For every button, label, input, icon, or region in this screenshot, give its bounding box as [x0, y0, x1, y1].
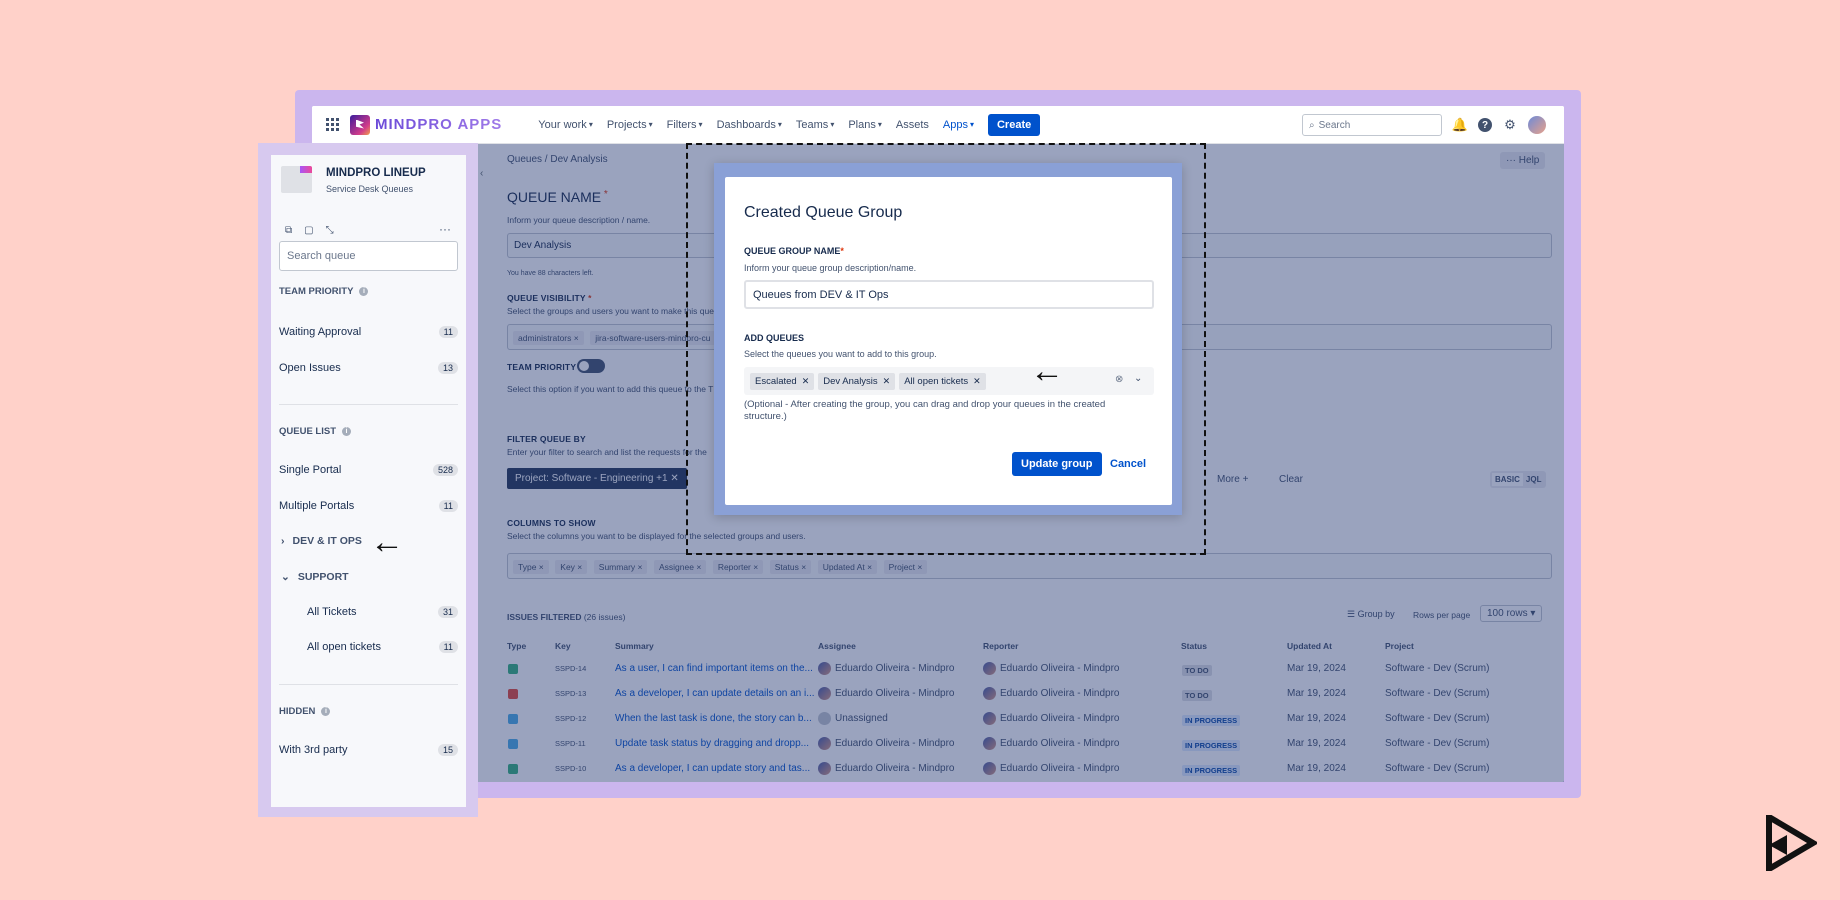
cancel-button[interactable]: Cancel [1110, 458, 1146, 470]
remove-icon[interactable]: ✕ [973, 376, 981, 387]
clear-selection-icon[interactable]: ⊗ [1115, 374, 1123, 385]
chevron-right-icon: › [281, 535, 285, 547]
add-queues-select[interactable]: Escalated ✕ Dev Analysis ✕ All open ticket… [744, 367, 1154, 395]
sidebar-item-single-portal[interactable]: Single Portal 528 [279, 464, 458, 476]
sidebar-toolbar: ⧉ ▢ ⤡ [285, 225, 334, 236]
update-group-button[interactable]: Update group [1012, 452, 1102, 476]
help-icon[interactable]: ? [1478, 118, 1492, 132]
chevron-down-icon[interactable]: ⌄ [1134, 373, 1142, 384]
count-badge: 13 [437, 362, 458, 374]
nav-plans[interactable]: Plans ▾ [848, 119, 882, 131]
brand-logo[interactable]: MINDPRO APPS [350, 114, 503, 135]
copy-icon[interactable]: ⧉ [285, 225, 292, 236]
remove-icon[interactable]: ✕ [883, 376, 891, 387]
nav-projects[interactable]: Projects ▾ [607, 119, 653, 131]
sidebar-item-with-3rd-party[interactable]: With 3rd party 15 [279, 744, 458, 756]
app-switcher-icon[interactable] [326, 117, 340, 132]
top-navigation: MINDPRO APPS Your work ▾ Projects ▾ Filter… [312, 106, 1564, 144]
play-logo-icon [1766, 815, 1817, 871]
divider [279, 684, 458, 685]
group-name-help: Inform your queue group description/name… [744, 263, 917, 273]
lineup-logo-icon [281, 166, 312, 193]
sidebar-group-dev-it-ops[interactable]: › DEV & IT OPS [281, 535, 362, 547]
hidden-heading: HIDDEN i [279, 706, 331, 717]
chevron-down-icon: ▾ [698, 120, 703, 129]
nav-teams[interactable]: Teams ▾ [796, 119, 834, 131]
sidebar-item-all-tickets[interactable]: All Tickets 31 [307, 606, 458, 618]
collapse-sidebar-icon[interactable]: ‹ [480, 168, 483, 179]
info-icon[interactable]: i [321, 707, 331, 716]
pointer-arrow-icon: ← [370, 523, 404, 561]
queue-chip-escalated[interactable]: Escalated ✕ [750, 372, 815, 390]
sidebar-item-waiting-approval[interactable]: Waiting Approval 11 [279, 326, 458, 338]
info-icon[interactable]: i [342, 427, 352, 436]
nav-items: Your work ▾ Projects ▾ Filters ▾ Dashboards… [538, 113, 1041, 136]
chevron-down-icon: ▾ [588, 120, 593, 129]
queue-chip-dev-analysis[interactable]: Dev Analysis ✕ [818, 372, 896, 390]
notifications-icon[interactable]: 🔔 [1452, 117, 1468, 133]
sidebar-item-open-issues[interactable]: Open Issues 13 [279, 362, 458, 374]
chevron-down-icon: ▾ [830, 120, 835, 129]
nav-filters[interactable]: Filters ▾ [667, 119, 703, 131]
nav-your-work[interactable]: Your work ▾ [538, 119, 593, 131]
divider [279, 404, 458, 405]
count-badge: 15 [437, 744, 458, 756]
more-options-icon[interactable]: ··· [439, 222, 451, 236]
queue-group-modal: Created Queue Group QUEUE GROUP NAME* In… [725, 177, 1172, 505]
chevron-down-icon: ▾ [877, 120, 882, 129]
info-icon[interactable]: i [359, 287, 369, 296]
search-queue-input[interactable]: Search queue [279, 241, 458, 271]
settings-gear-icon[interactable]: ⚙ [1502, 117, 1518, 133]
chevron-down-icon: ▾ [648, 120, 653, 129]
queue-list-heading: QUEUE LIST i [279, 426, 352, 437]
modal-title: Created Queue Group [744, 204, 903, 221]
nav-assets[interactable]: Assets [896, 119, 929, 131]
new-item-icon[interactable]: ▢ [304, 225, 313, 236]
count-badge: 31 [437, 606, 458, 618]
queue-chip-all-open-tickets[interactable]: All open tickets ✕ [899, 372, 986, 390]
top-right-actions: ⌕ Search 🔔 ? ⚙ [1302, 114, 1546, 136]
global-search-input[interactable]: ⌕ Search [1302, 114, 1442, 136]
count-badge: 11 [438, 641, 458, 653]
count-badge: 11 [438, 326, 458, 338]
group-name-input[interactable]: Queues from DEV & IT Ops [744, 280, 1154, 309]
chevron-down-icon: ▾ [969, 120, 974, 129]
chevron-down-icon: ▾ [777, 120, 782, 129]
count-badge: 528 [432, 464, 458, 476]
nav-apps[interactable]: Apps ▾ [943, 119, 974, 131]
search-icon: ⌕ [1309, 119, 1315, 131]
group-name-label: QUEUE GROUP NAME* [744, 246, 844, 256]
create-button[interactable]: Create [987, 113, 1041, 136]
pointer-arrow-icon: ← [1030, 352, 1064, 390]
mindpro-logo-icon [350, 114, 370, 135]
brand-name: MINDPRO APPS [375, 116, 503, 133]
sidebar-group-support[interactable]: ⌄ SUPPORT [281, 571, 349, 583]
count-badge: 11 [438, 500, 458, 512]
add-queues-help: Select the queues you want to add to thi… [744, 349, 937, 359]
remove-icon[interactable]: ✕ [802, 376, 810, 387]
chevron-down-icon: ⌄ [281, 571, 290, 583]
nav-dashboards[interactable]: Dashboards ▾ [717, 119, 782, 131]
sidebar-item-all-open-tickets[interactable]: All open tickets 11 [307, 641, 458, 653]
sidebar-title: MINDPRO LINEUP [326, 167, 426, 179]
sidebar-item-multiple-portals[interactable]: Multiple Portals 11 [279, 500, 458, 512]
add-queues-note: (Optional - After creating the group, yo… [744, 399, 1106, 423]
collapse-icon[interactable]: ⤡ [326, 225, 334, 236]
queue-sidebar: MINDPRO LINEUP Service Desk Queues ⧉ ▢ ⤡… [271, 155, 466, 807]
team-priority-heading: TEAM PRIORITY i [279, 286, 369, 297]
sidebar-subtitle: Service Desk Queues [326, 184, 414, 194]
add-queues-label: ADD QUEUES [744, 333, 805, 343]
user-avatar[interactable] [1528, 116, 1546, 134]
